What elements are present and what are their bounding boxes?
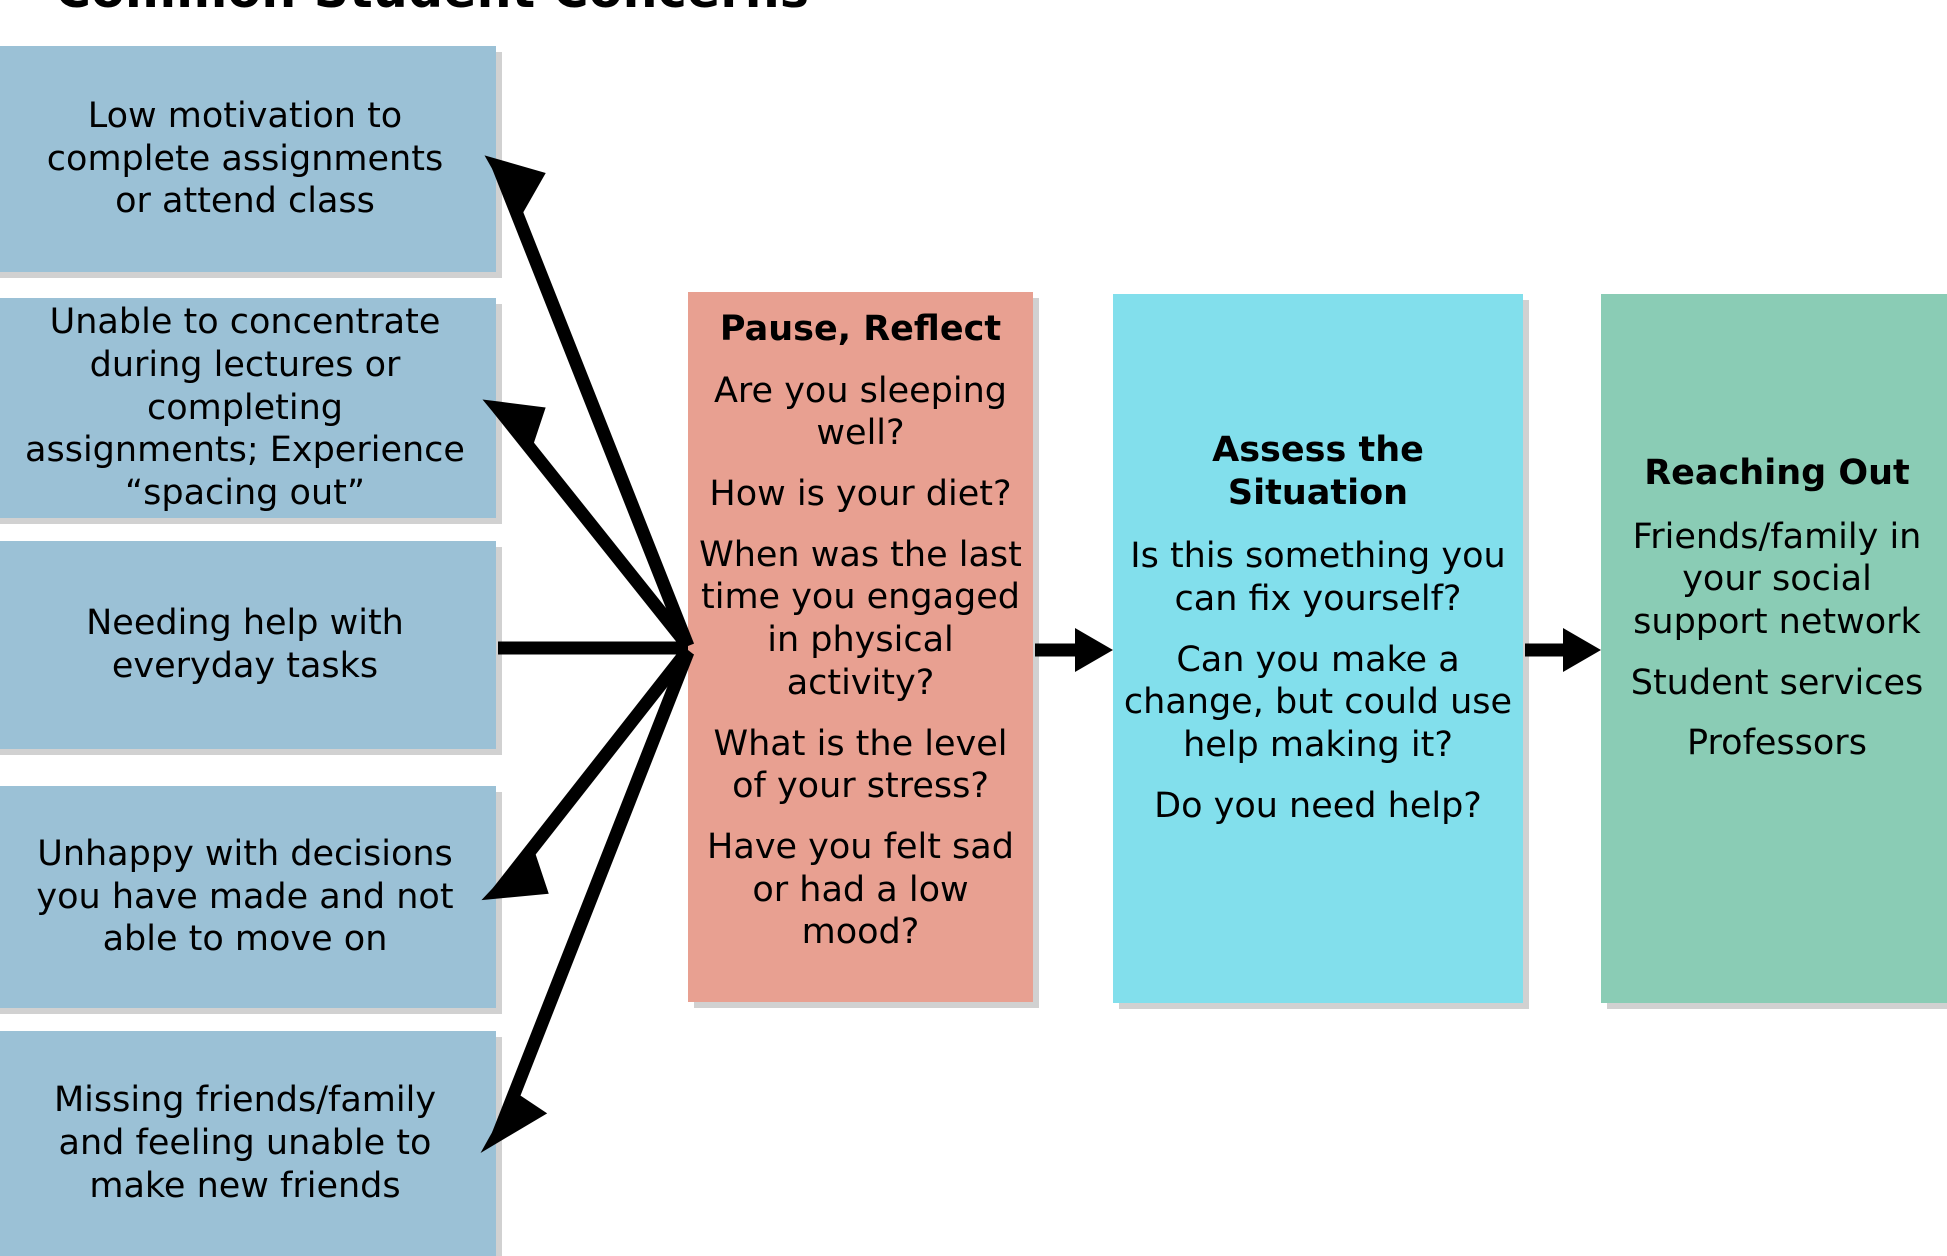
stage-title: Pause, Reflect (719, 309, 1002, 349)
page-title: Common Student Concerns (55, 0, 809, 15)
arrowhead-assess-to-reaching (1563, 628, 1601, 672)
concern-text: Missing friends/family and feeling unabl… (53, 1080, 437, 1206)
stage-line: Do you need help? (1154, 785, 1482, 826)
arrow-concern-5-to-pause (491, 649, 695, 1138)
stage-line: Is this something you can fix yourself? (1130, 536, 1506, 620)
arrow-concern-1-to-pause (491, 163, 695, 649)
concern-box-unable-concentrate[interactable]: Unable to concentrate during lectures or… (0, 298, 496, 518)
arrowhead-concern-2 (482, 399, 546, 457)
stage-line: Professors (1687, 723, 1867, 764)
arrow-assess-to-reaching (1525, 628, 1601, 672)
diagram-canvas: Common Student Concerns Low motivation t… (0, 0, 1947, 1256)
stage-line: Are you sleeping well? (713, 370, 1008, 454)
stage-title: Assess the Situation (1212, 430, 1424, 513)
stage-line: Friends/family in your social support ne… (1632, 516, 1922, 643)
concern-text: Unhappy with decisions you have made and… (36, 833, 454, 960)
stage-line: When was the last time you engaged in ph… (699, 534, 1022, 703)
stage-line: What is the level of your stress? (713, 723, 1008, 807)
stage-box-assess-situation[interactable]: Assess the Situation Is this something y… (1113, 294, 1523, 1003)
concern-box-unhappy-decisions[interactable]: Unhappy with decisions you have made and… (0, 786, 496, 1008)
stage-box-pause-reflect[interactable]: Pause, Reflect Are you sleeping well? Ho… (688, 292, 1033, 1002)
arrowhead-concern-5 (480, 1091, 548, 1153)
concern-text: Unable to concentrate during lectures or… (25, 302, 465, 514)
concern-box-low-motivation[interactable]: Low motivation to complete assignments o… (0, 46, 496, 272)
concern-text: Low motivation to complete assignments o… (46, 95, 444, 222)
arrowhead-pause-to-assess (1075, 628, 1113, 672)
stage-title: Reaching Out (1644, 453, 1910, 493)
arrowhead-concern-1 (484, 155, 546, 219)
stage-line: Student services (1630, 662, 1924, 703)
arrow-concern-4-to-pause (492, 645, 694, 897)
stage-line: Have you felt sad or had a low mood? (707, 826, 1014, 953)
concern-box-needing-help[interactable]: Needing help with everyday tasks (0, 541, 496, 749)
arrowhead-concern-4 (481, 845, 549, 901)
stage-box-reaching-out[interactable]: Reaching Out Friends/family in your soci… (1601, 294, 1947, 1003)
stage-line: Can you make a change, but could use hel… (1123, 639, 1513, 766)
concern-box-missing-friends[interactable]: Missing friends/family and feeling unabl… (0, 1031, 496, 1256)
stage-line: How is your diet? (709, 474, 1012, 515)
arrow-pause-to-assess (1035, 628, 1113, 672)
arrow-concern-2-to-pause (492, 403, 694, 651)
concern-text: Needing help with everyday tasks (86, 603, 404, 686)
